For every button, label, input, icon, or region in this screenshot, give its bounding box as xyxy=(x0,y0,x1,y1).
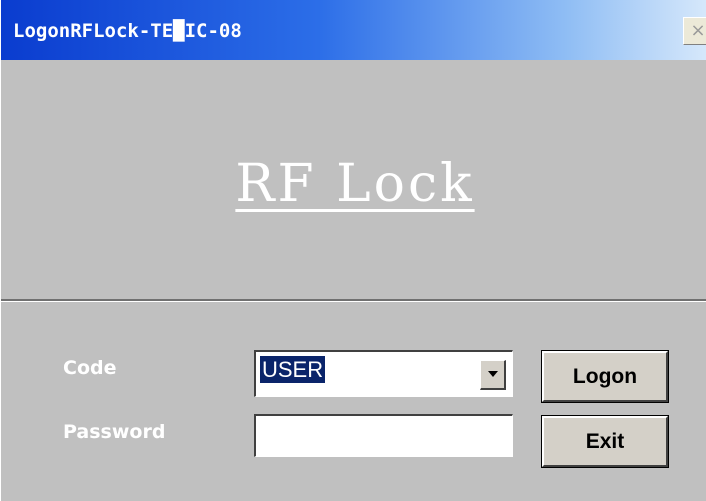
title-bar[interactable]: LogonRFLock-TE█IC-08 × xyxy=(1,0,706,60)
close-button[interactable]: × xyxy=(683,17,706,45)
separator xyxy=(1,299,706,302)
exit-button[interactable]: Exit xyxy=(541,415,669,468)
chevron-down-icon xyxy=(487,371,498,377)
code-label: Code xyxy=(63,357,117,379)
app-title-text: RF Lock xyxy=(235,154,475,214)
logon-window: LogonRFLock-TE█IC-08 × RF Lock Code Pass… xyxy=(0,0,706,501)
password-field[interactable] xyxy=(254,414,513,457)
close-icon: × xyxy=(690,20,706,41)
window-title: LogonRFLock-TE█IC-08 xyxy=(13,20,242,42)
code-select-value: USER xyxy=(260,356,326,383)
code-select[interactable]: USER xyxy=(254,350,513,397)
logon-button[interactable]: Logon xyxy=(541,350,669,403)
password-label: Password xyxy=(63,421,166,443)
code-dropdown-button[interactable] xyxy=(480,360,506,390)
app-title: RF Lock xyxy=(1,158,706,210)
